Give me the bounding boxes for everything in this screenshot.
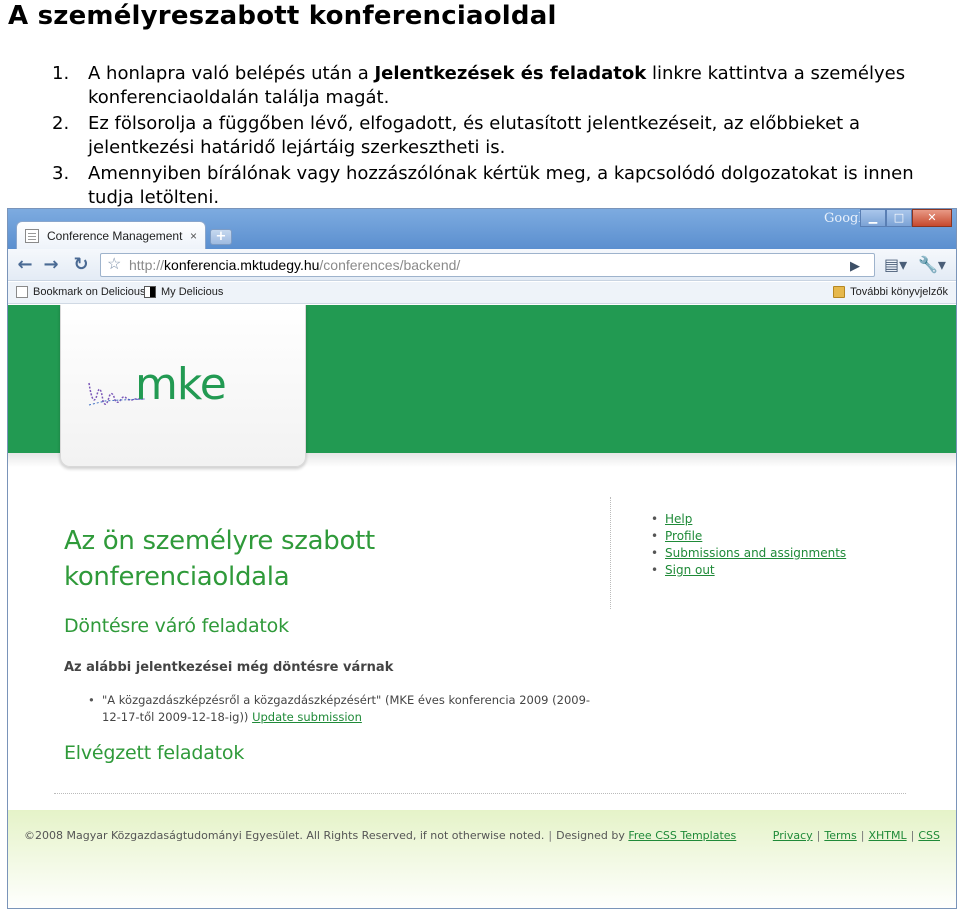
site-footer: ©2008 Magyar Közgazdaságtudományi Egyesü… xyxy=(8,810,956,908)
logo-text: mke xyxy=(135,359,227,410)
page-icon xyxy=(25,228,39,243)
step-number: 3. xyxy=(52,163,70,184)
instruction-step: 2. Ez fölsorolja a függőben lévő, elfoga… xyxy=(44,112,954,160)
page-title-line: Az ön személyre szabott xyxy=(64,526,375,556)
separator: | xyxy=(548,829,553,842)
footer-credits: ©2008 Magyar Közgazdaságtudományi Egyesü… xyxy=(24,829,736,842)
logo-box[interactable]: mke xyxy=(60,305,306,467)
sidebar-item: Submissions and assignments xyxy=(651,545,846,562)
separator: | xyxy=(860,829,865,842)
back-icon[interactable]: ← xyxy=(14,255,36,275)
sign-out-link[interactable]: Sign out xyxy=(665,563,715,577)
xhtml-link[interactable]: XHTML xyxy=(868,829,906,842)
instruction-step: 3. Amennyiben bírálónak vagy hozzászólón… xyxy=(44,162,954,210)
submissions-link[interactable]: Submissions and assignments xyxy=(665,546,846,560)
completed-tasks-heading: Elvégzett feladatok xyxy=(64,742,245,764)
page-title-line: konferenciaoldala xyxy=(64,562,290,592)
separator: | xyxy=(910,829,915,842)
step-bold-link-name: Jelentkezések és feladatok xyxy=(374,63,647,84)
other-bookmarks-label: További könyvjelzők xyxy=(850,286,948,298)
close-window-icon[interactable]: ✕ xyxy=(912,209,952,227)
sidebar-item: Profile xyxy=(651,528,846,545)
list-item: "A közgazdászképzésről a közgazdászképzé… xyxy=(88,692,604,726)
step-text: A honlapra való belépés után a xyxy=(88,63,375,84)
bookmark-item[interactable]: Bookmark on Delicious xyxy=(16,286,146,298)
pending-subheading: Az alábbi jelentkezései még döntésre vár… xyxy=(64,660,394,675)
sidebar: Help Profile Submissions and assignments… xyxy=(610,497,846,609)
new-tab-button[interactable]: + xyxy=(210,229,232,245)
page-title: Az ön személyre szabott konferenciaoldal… xyxy=(64,523,604,595)
page-viewport: mke Az ön személyre szabott konferenciao… xyxy=(8,305,956,908)
folder-icon xyxy=(833,286,846,298)
page-menu-icon[interactable]: ▤▾ xyxy=(884,255,907,275)
footer-links: Privacy | Terms | XHTML | CSS xyxy=(773,829,940,842)
instruction-step: 1. A honlapra való belépés után a Jelent… xyxy=(44,62,954,110)
pending-list: "A közgazdászképzésről a közgazdászképzé… xyxy=(88,692,604,726)
help-link[interactable]: Help xyxy=(665,512,692,526)
url-host: konferencia.mktudegy.hu xyxy=(164,257,320,273)
maximize-icon[interactable]: □ xyxy=(886,209,912,227)
minimize-icon[interactable]: ▁ xyxy=(860,209,886,227)
instruction-list: 1. A honlapra való belépés után a Jelent… xyxy=(44,62,954,212)
bookmarks-bar: Bookmark on Delicious My Delicious Továb… xyxy=(8,282,956,304)
main-content: Az ön személyre szabott konferenciaoldal… xyxy=(64,523,604,764)
page-icon xyxy=(16,286,28,298)
sidebar-item: Help xyxy=(651,511,846,528)
pending-tasks-heading: Döntésre váró feladatok xyxy=(64,615,289,637)
star-icon[interactable]: ☆ xyxy=(107,254,121,276)
bookmark-label: My Delicious xyxy=(161,286,224,298)
update-submission-link[interactable]: Update submission xyxy=(252,710,362,724)
wrench-icon[interactable]: 🔧▾ xyxy=(918,255,946,275)
browser-toolbar: ← → ↻ ☆ http://konferencia.mktudegy.hu/c… xyxy=(8,249,956,281)
profile-link[interactable]: Profile xyxy=(665,529,702,543)
go-icon[interactable]: ▶ xyxy=(850,259,860,275)
step-text: Ez fölsorolja a függőben lévő, elfogadot… xyxy=(88,113,860,158)
url-path: /conferences/backend/ xyxy=(319,257,461,273)
delicious-icon xyxy=(144,286,156,298)
step-text: Amennyiben bírálónak vagy hozzászólónak … xyxy=(88,163,914,208)
step-number: 1. xyxy=(52,63,70,84)
bookmark-label: Bookmark on Delicious xyxy=(33,286,146,298)
url-scheme: http:// xyxy=(129,257,165,273)
reload-icon[interactable]: ↻ xyxy=(70,255,92,275)
privacy-link[interactable]: Privacy xyxy=(773,829,813,842)
browser-window: Conference Management S... × + Google ▁ … xyxy=(7,208,957,909)
separator: | xyxy=(816,829,821,842)
browser-tab[interactable]: Conference Management S... × xyxy=(16,221,206,249)
copyright-text: ©2008 Magyar Közgazdaságtudományi Egyesü… xyxy=(24,829,545,842)
designer-link[interactable]: Free CSS Templates xyxy=(628,829,736,842)
step-number: 2. xyxy=(52,113,70,134)
sidebar-item: Sign out xyxy=(651,562,846,579)
browser-titlebar: Conference Management S... × + Google ▁ … xyxy=(8,209,956,249)
address-bar[interactable]: ☆ http://konferencia.mktudegy.hu/confere… xyxy=(100,253,875,277)
css-link[interactable]: CSS xyxy=(918,829,940,842)
footer-divider xyxy=(54,793,906,794)
other-bookmarks[interactable]: További könyvjelzők xyxy=(833,286,948,298)
forward-icon[interactable]: → xyxy=(40,255,62,275)
designed-by-text: Designed by xyxy=(556,829,625,842)
tab-label: Conference Management S... xyxy=(47,228,186,243)
bookmark-item[interactable]: My Delicious xyxy=(144,286,223,298)
terms-link[interactable]: Terms xyxy=(824,829,856,842)
sidebar-menu: Help Profile Submissions and assignments… xyxy=(651,511,846,579)
close-tab-icon[interactable]: × xyxy=(190,229,197,243)
window-controls: ▁ □ ✕ xyxy=(860,209,952,227)
document-title: A személyreszabott konferenciaoldal xyxy=(8,1,557,31)
